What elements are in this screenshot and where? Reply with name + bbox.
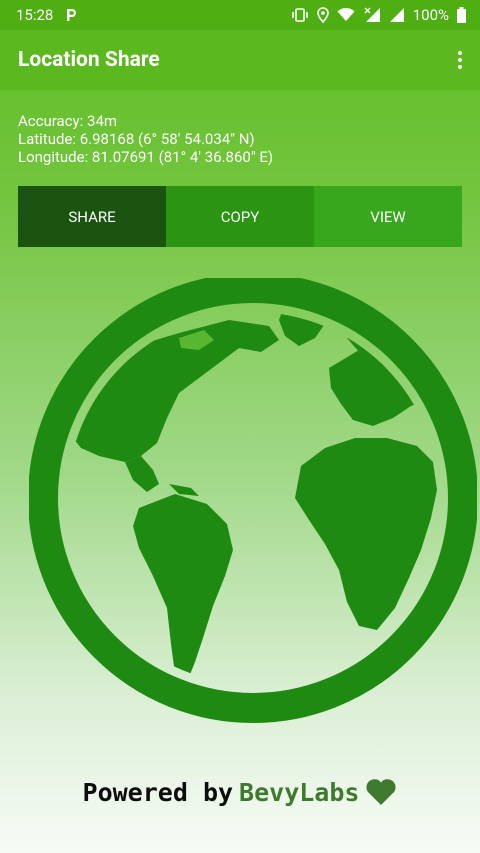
p-parking-icon [65, 8, 77, 22]
accuracy-text: Accuracy: 34m [18, 112, 118, 130]
status-time: 15:28 [16, 6, 54, 24]
location-info: Accuracy: 34m Latitude: 6.98168 (6° 58' … [18, 112, 273, 166]
globe-icon [29, 278, 477, 723]
app-title: Location Share [18, 48, 160, 72]
powered-by-footer: Powered by BevyLabs [0, 772, 480, 812]
powered-by-label: Powered by [82, 777, 234, 807]
copy-button[interactable]: COPY [166, 186, 314, 247]
brand-name: BevyLabs [239, 777, 360, 807]
location-icon [316, 7, 329, 23]
view-button[interactable]: VIEW [314, 186, 462, 247]
more-vert-icon[interactable] [448, 45, 462, 75]
signal-icon [363, 7, 381, 23]
app-bar: Location Share [0, 30, 480, 90]
status-bar: 15:28 100% [0, 0, 480, 30]
share-button[interactable]: SHARE [18, 186, 166, 247]
battery-level: 100% [412, 6, 449, 24]
battery-icon [457, 7, 466, 23]
vibrate-icon [291, 8, 309, 22]
latitude-text: Latitude: 6.98168 (6° 58' 54.034" N) [18, 130, 255, 148]
signal-icon [389, 7, 405, 23]
heart-icon [365, 778, 397, 806]
longitude-text: Longitude: 81.07691 (81° 4' 36.860" E) [18, 148, 274, 166]
action-buttons: SHARE COPY VIEW [18, 186, 462, 247]
wifi-icon [337, 8, 355, 22]
